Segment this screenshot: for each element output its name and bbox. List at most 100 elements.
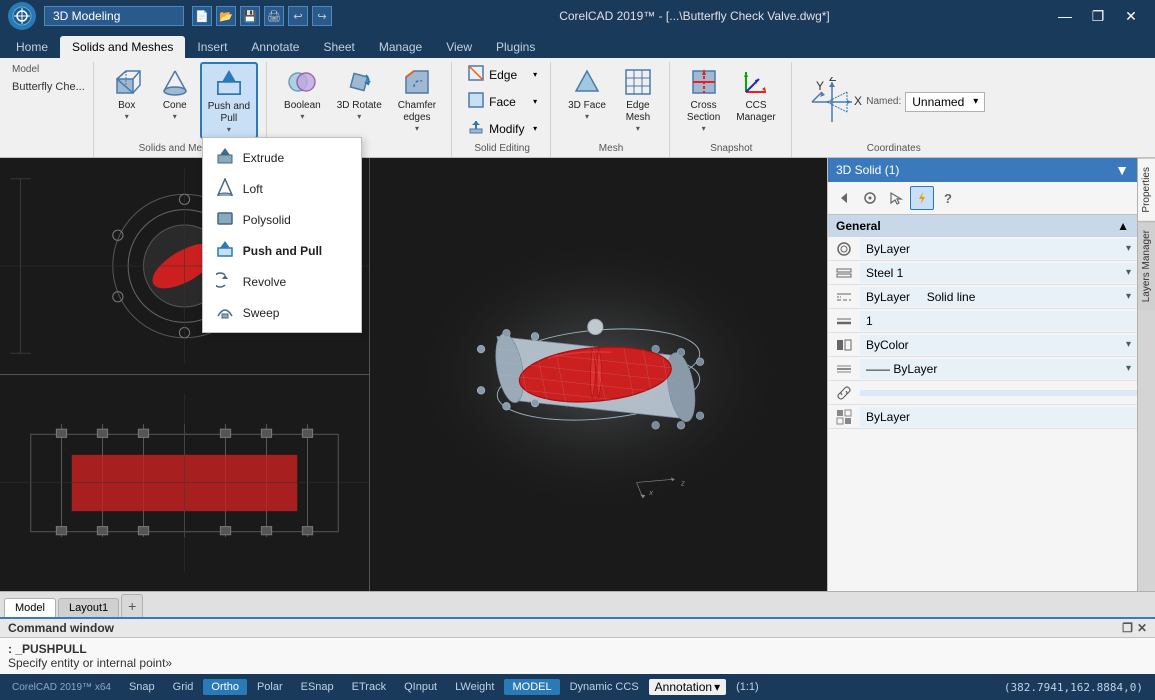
maximize-button[interactable]: ❐ bbox=[1082, 2, 1114, 30]
tab-solids-meshes[interactable]: Solids and Meshes bbox=[60, 36, 185, 58]
dropdown-sweep[interactable]: Sweep bbox=[203, 297, 361, 328]
box-button[interactable]: Box ▾ bbox=[104, 62, 150, 125]
breadcrumb: Butterfly Che... bbox=[12, 79, 85, 95]
redo-icon[interactable]: ↪ bbox=[312, 6, 332, 26]
transparency-value[interactable]: —— ByLayer ▾ bbox=[860, 359, 1137, 379]
ribbon-group-mesh: 3D Face ▾ EdgeMesh ▾ bbox=[553, 62, 670, 157]
properties-header: 3D Solid (1) ▼ bbox=[828, 158, 1137, 182]
pushpull-button[interactable]: Push andPull ▾ Extrude bbox=[200, 62, 258, 139]
vptab-add-button[interactable]: + bbox=[121, 594, 143, 617]
general-section-header[interactable]: General ▲ bbox=[828, 215, 1137, 237]
status-dynamicccs[interactable]: Dynamic CCS bbox=[562, 679, 647, 695]
vptab-model[interactable]: Model bbox=[4, 598, 56, 617]
new-icon[interactable]: 📄 bbox=[192, 6, 212, 26]
chamfer-icon bbox=[401, 66, 433, 98]
viewport-bottom-left[interactable] bbox=[0, 375, 369, 591]
lineweight-icon bbox=[828, 313, 860, 329]
lineweight-value[interactable]: 1 bbox=[860, 311, 1137, 331]
status-grid[interactable]: Grid bbox=[165, 679, 202, 695]
close-button[interactable]: ✕ bbox=[1115, 2, 1147, 30]
tab-manage[interactable]: Manage bbox=[367, 36, 434, 58]
prop-help-button[interactable]: ? bbox=[936, 186, 960, 210]
prop-select-button[interactable] bbox=[858, 186, 882, 210]
cmd-close-button[interactable]: ✕ bbox=[1137, 621, 1147, 635]
general-collapse-icon: ▲ bbox=[1117, 219, 1129, 233]
tab-view[interactable]: View bbox=[434, 36, 484, 58]
linetype-value[interactable]: ByLayer Solid line ▾ bbox=[860, 287, 1137, 307]
sweep-icon bbox=[215, 302, 235, 323]
status-ortho[interactable]: Ortho bbox=[203, 679, 247, 695]
color-value[interactable]: ByLayer ▾ bbox=[860, 239, 1137, 259]
status-model[interactable]: MODEL bbox=[504, 679, 559, 695]
cone-button[interactable]: Cone ▾ bbox=[152, 62, 198, 125]
boolean-button[interactable]: Boolean ▾ bbox=[277, 62, 328, 125]
vtab-properties[interactable]: Properties bbox=[1138, 158, 1155, 221]
layer-row: Steel 1 ▾ bbox=[828, 261, 1137, 285]
dropdown-polysolid[interactable]: Polysolid bbox=[203, 204, 361, 235]
ccs-named-dropdown[interactable]: Unnamed ▾ bbox=[905, 92, 985, 112]
plotstyle-value[interactable]: ByColor ▾ bbox=[860, 335, 1137, 355]
modify-button[interactable]: Modify ▾ bbox=[462, 116, 542, 141]
minimize-button[interactable]: — bbox=[1049, 2, 1081, 30]
color-dropdown-arrow: ▾ bbox=[1126, 243, 1131, 254]
hyperlink-icon bbox=[828, 385, 860, 401]
cmd-restore-button[interactable]: ❐ bbox=[1122, 621, 1133, 635]
tab-insert[interactable]: Insert bbox=[185, 36, 239, 58]
lineweight-row: 1 bbox=[828, 309, 1137, 333]
layer-icon bbox=[828, 265, 860, 281]
dropdown-revolve[interactable]: Revolve bbox=[203, 266, 361, 297]
layer-value[interactable]: Steel 1 ▾ bbox=[860, 263, 1137, 283]
properties-toolbar: ? bbox=[828, 182, 1137, 215]
prop-lightning-button[interactable] bbox=[910, 186, 934, 210]
tab-plugins[interactable]: Plugins bbox=[484, 36, 547, 58]
properties-sidebar: 3D Solid (1) ▼ ? General ▲ bbox=[827, 158, 1137, 591]
dropdown-loft[interactable]: Loft bbox=[203, 173, 361, 204]
dropdown-pushandpull[interactable]: Push and Pull bbox=[203, 235, 361, 266]
status-snap[interactable]: Snap bbox=[121, 679, 163, 695]
transparency-dropdown-arrow: ▾ bbox=[1126, 363, 1131, 374]
undo-icon[interactable]: ↩ bbox=[288, 6, 308, 26]
color-text: ByLayer bbox=[866, 242, 910, 256]
status-etrack[interactable]: ETrack bbox=[344, 679, 394, 695]
app-name-field[interactable]: 3D Modeling bbox=[44, 6, 184, 26]
edge-button[interactable]: Edge ▾ bbox=[462, 62, 542, 87]
material-row: ByLayer bbox=[828, 405, 1137, 429]
3dface-button[interactable]: 3D Face ▾ bbox=[561, 62, 613, 125]
chamfer-button[interactable]: Chamferedges ▾ bbox=[391, 62, 443, 137]
viewport-main[interactable]: z x bbox=[370, 158, 827, 591]
material-value[interactable]: ByLayer bbox=[860, 407, 1137, 427]
save-icon[interactable]: 💾 bbox=[240, 6, 260, 26]
open-icon[interactable]: 📂 bbox=[216, 6, 236, 26]
tab-annotate[interactable]: Annotate bbox=[239, 36, 311, 58]
print-icon[interactable]: 🖨 bbox=[264, 6, 284, 26]
pushandpull-label: Push and Pull bbox=[243, 244, 322, 258]
face-button[interactable]: Face ▾ bbox=[462, 89, 542, 114]
svg-text:Y: Y bbox=[816, 79, 824, 93]
box-label: Box bbox=[118, 100, 135, 112]
prop-close-button[interactable]: ▼ bbox=[1115, 162, 1129, 178]
vtab-layers[interactable]: Layers Manager bbox=[1138, 221, 1155, 310]
pushpull-arrow: ▾ bbox=[227, 125, 231, 134]
status-qinput[interactable]: QInput bbox=[396, 679, 445, 695]
prop-back-button[interactable] bbox=[832, 186, 856, 210]
edgemesh-button[interactable]: EdgeMesh ▾ bbox=[615, 62, 661, 137]
status-lweight[interactable]: LWeight bbox=[447, 679, 502, 695]
chamfer-label: Chamferedges bbox=[398, 100, 436, 124]
tab-home[interactable]: Home bbox=[4, 36, 60, 58]
prop-cursor-button[interactable] bbox=[884, 186, 908, 210]
lineweight-text: 1 bbox=[866, 314, 873, 328]
vptab-layout1[interactable]: Layout1 bbox=[58, 598, 119, 617]
ccsmanager-button[interactable]: CCSManager bbox=[729, 62, 782, 128]
ribbon-group-solids: Box ▾ Cone ▾ bbox=[96, 62, 267, 157]
layer-dropdown-arrow: ▾ bbox=[1126, 267, 1131, 278]
linetype-dropdown-arrow: ▾ bbox=[1126, 291, 1131, 302]
status-annotation[interactable]: Annotation ▾ bbox=[649, 679, 726, 695]
status-polar[interactable]: Polar bbox=[249, 679, 291, 695]
dropdown-extrude[interactable]: Extrude bbox=[203, 142, 361, 173]
crosssection-button[interactable]: CrossSection ▾ bbox=[680, 62, 727, 137]
rotate3d-button[interactable]: 3D Rotate ▾ bbox=[330, 62, 389, 125]
status-esnap[interactable]: ESnap bbox=[293, 679, 342, 695]
cone-arrow: ▾ bbox=[173, 112, 177, 121]
ribbon-group-solid-editing: Edge ▾ Face ▾ Modify bbox=[454, 62, 551, 157]
tab-sheet[interactable]: Sheet bbox=[311, 36, 366, 58]
